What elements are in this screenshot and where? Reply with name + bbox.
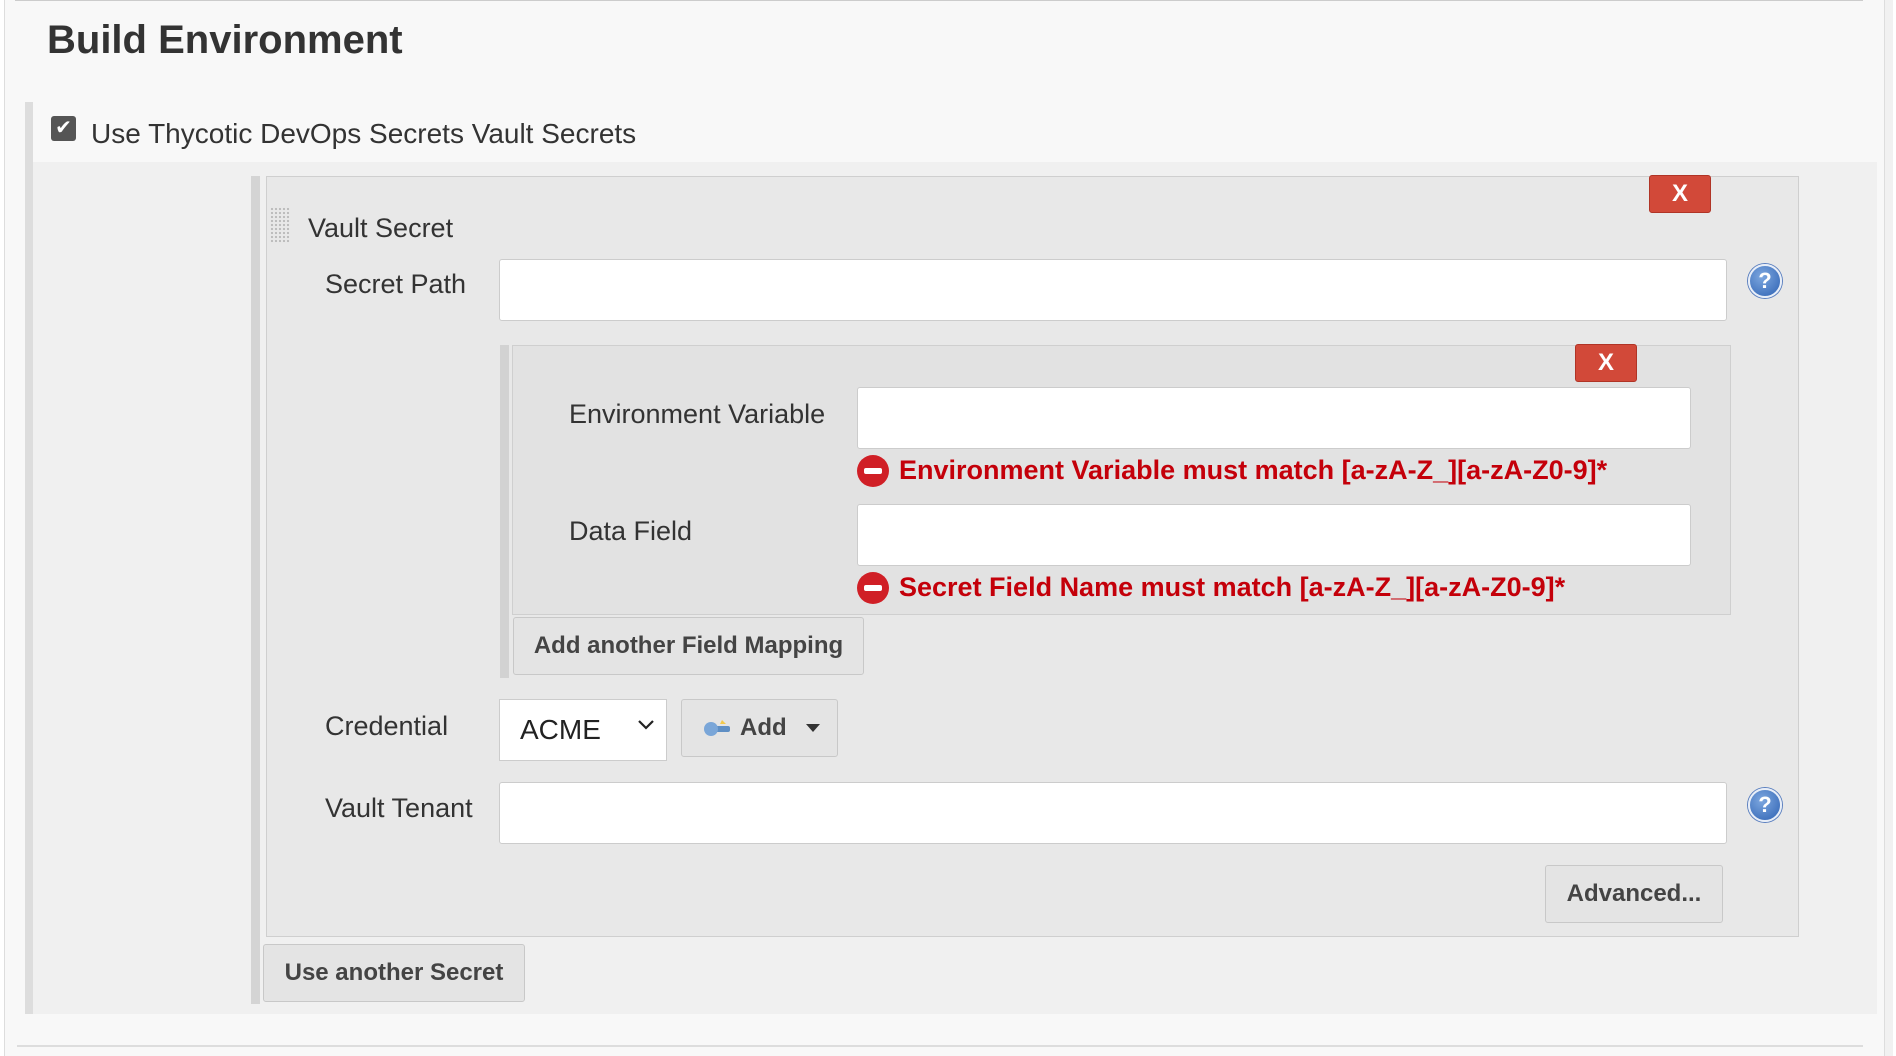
caret-down-icon <box>806 724 820 732</box>
environment-variable-label: Environment Variable <box>569 399 826 429</box>
advanced-button[interactable]: Advanced... <box>1545 865 1723 923</box>
data-field-label: Data Field <box>569 516 693 546</box>
secret-path-label: Secret Path <box>325 269 467 299</box>
vault-secret-block: X Vault Secret Secret Path ? X Environme… <box>266 175 1799 937</box>
vault-tenant-label: Vault Tenant <box>325 793 473 823</box>
field-mapping-block: X Environment Variable Environment Varia… <box>512 344 1731 615</box>
data-field-error: Secret Field Name must match [a-zA-Z_][a… <box>857 571 1717 605</box>
delete-mapping-button[interactable]: X <box>1575 344 1637 382</box>
credential-label: Credential <box>325 711 449 741</box>
secrets-repeat-gutter <box>251 176 260 1004</box>
delete-secret-button[interactable]: X <box>1649 175 1711 213</box>
bottom-divider <box>17 1045 1863 1047</box>
credential-selected-value: ACME <box>520 714 601 745</box>
error-icon <box>857 455 889 487</box>
page: Build Environment ✔ Use Thycotic DevOps … <box>4 0 1893 1056</box>
scrollbar-track[interactable] <box>1884 0 1893 1056</box>
drag-handle-icon[interactable] <box>270 207 290 243</box>
top-divider <box>15 0 1863 1</box>
credential-select[interactable]: ACME <box>499 699 667 761</box>
use-vault-secrets-checkbox[interactable]: ✔ <box>51 116 76 141</box>
environment-variable-error-text: Environment Variable must match [a-zA-Z_… <box>899 455 1608 485</box>
environment-variable-error: Environment Variable must match [a-zA-Z_… <box>857 454 1717 488</box>
mapping-repeat-gutter <box>500 345 509 678</box>
vault-tenant-help-icon[interactable]: ? <box>1748 788 1782 822</box>
chevron-down-icon <box>638 720 654 730</box>
use-another-secret-button[interactable]: Use another Secret <box>263 944 525 1002</box>
vault-secrets-option: ✔ Use Thycotic DevOps Secrets Vault Secr… <box>25 102 1877 1008</box>
environment-variable-input[interactable] <box>857 387 1691 449</box>
data-field-error-text: Secret Field Name must match [a-zA-Z_][a… <box>899 572 1566 602</box>
add-field-mapping-button[interactable]: Add another Field Mapping <box>513 617 864 675</box>
section-title: Build Environment <box>47 18 403 62</box>
use-vault-secrets-label[interactable]: Use Thycotic DevOps Secrets Vault Secret… <box>91 118 636 150</box>
data-field-input[interactable] <box>857 504 1691 566</box>
secret-path-help-icon[interactable]: ? <box>1748 264 1782 298</box>
secret-path-input[interactable] <box>499 259 1727 321</box>
key-icon <box>704 720 730 736</box>
error-icon <box>857 572 889 604</box>
vault-tenant-input[interactable] <box>499 782 1727 844</box>
add-credential-label: Add <box>740 714 787 741</box>
add-credential-button[interactable]: Add <box>681 699 838 757</box>
vault-secret-title: Vault Secret <box>308 213 454 243</box>
